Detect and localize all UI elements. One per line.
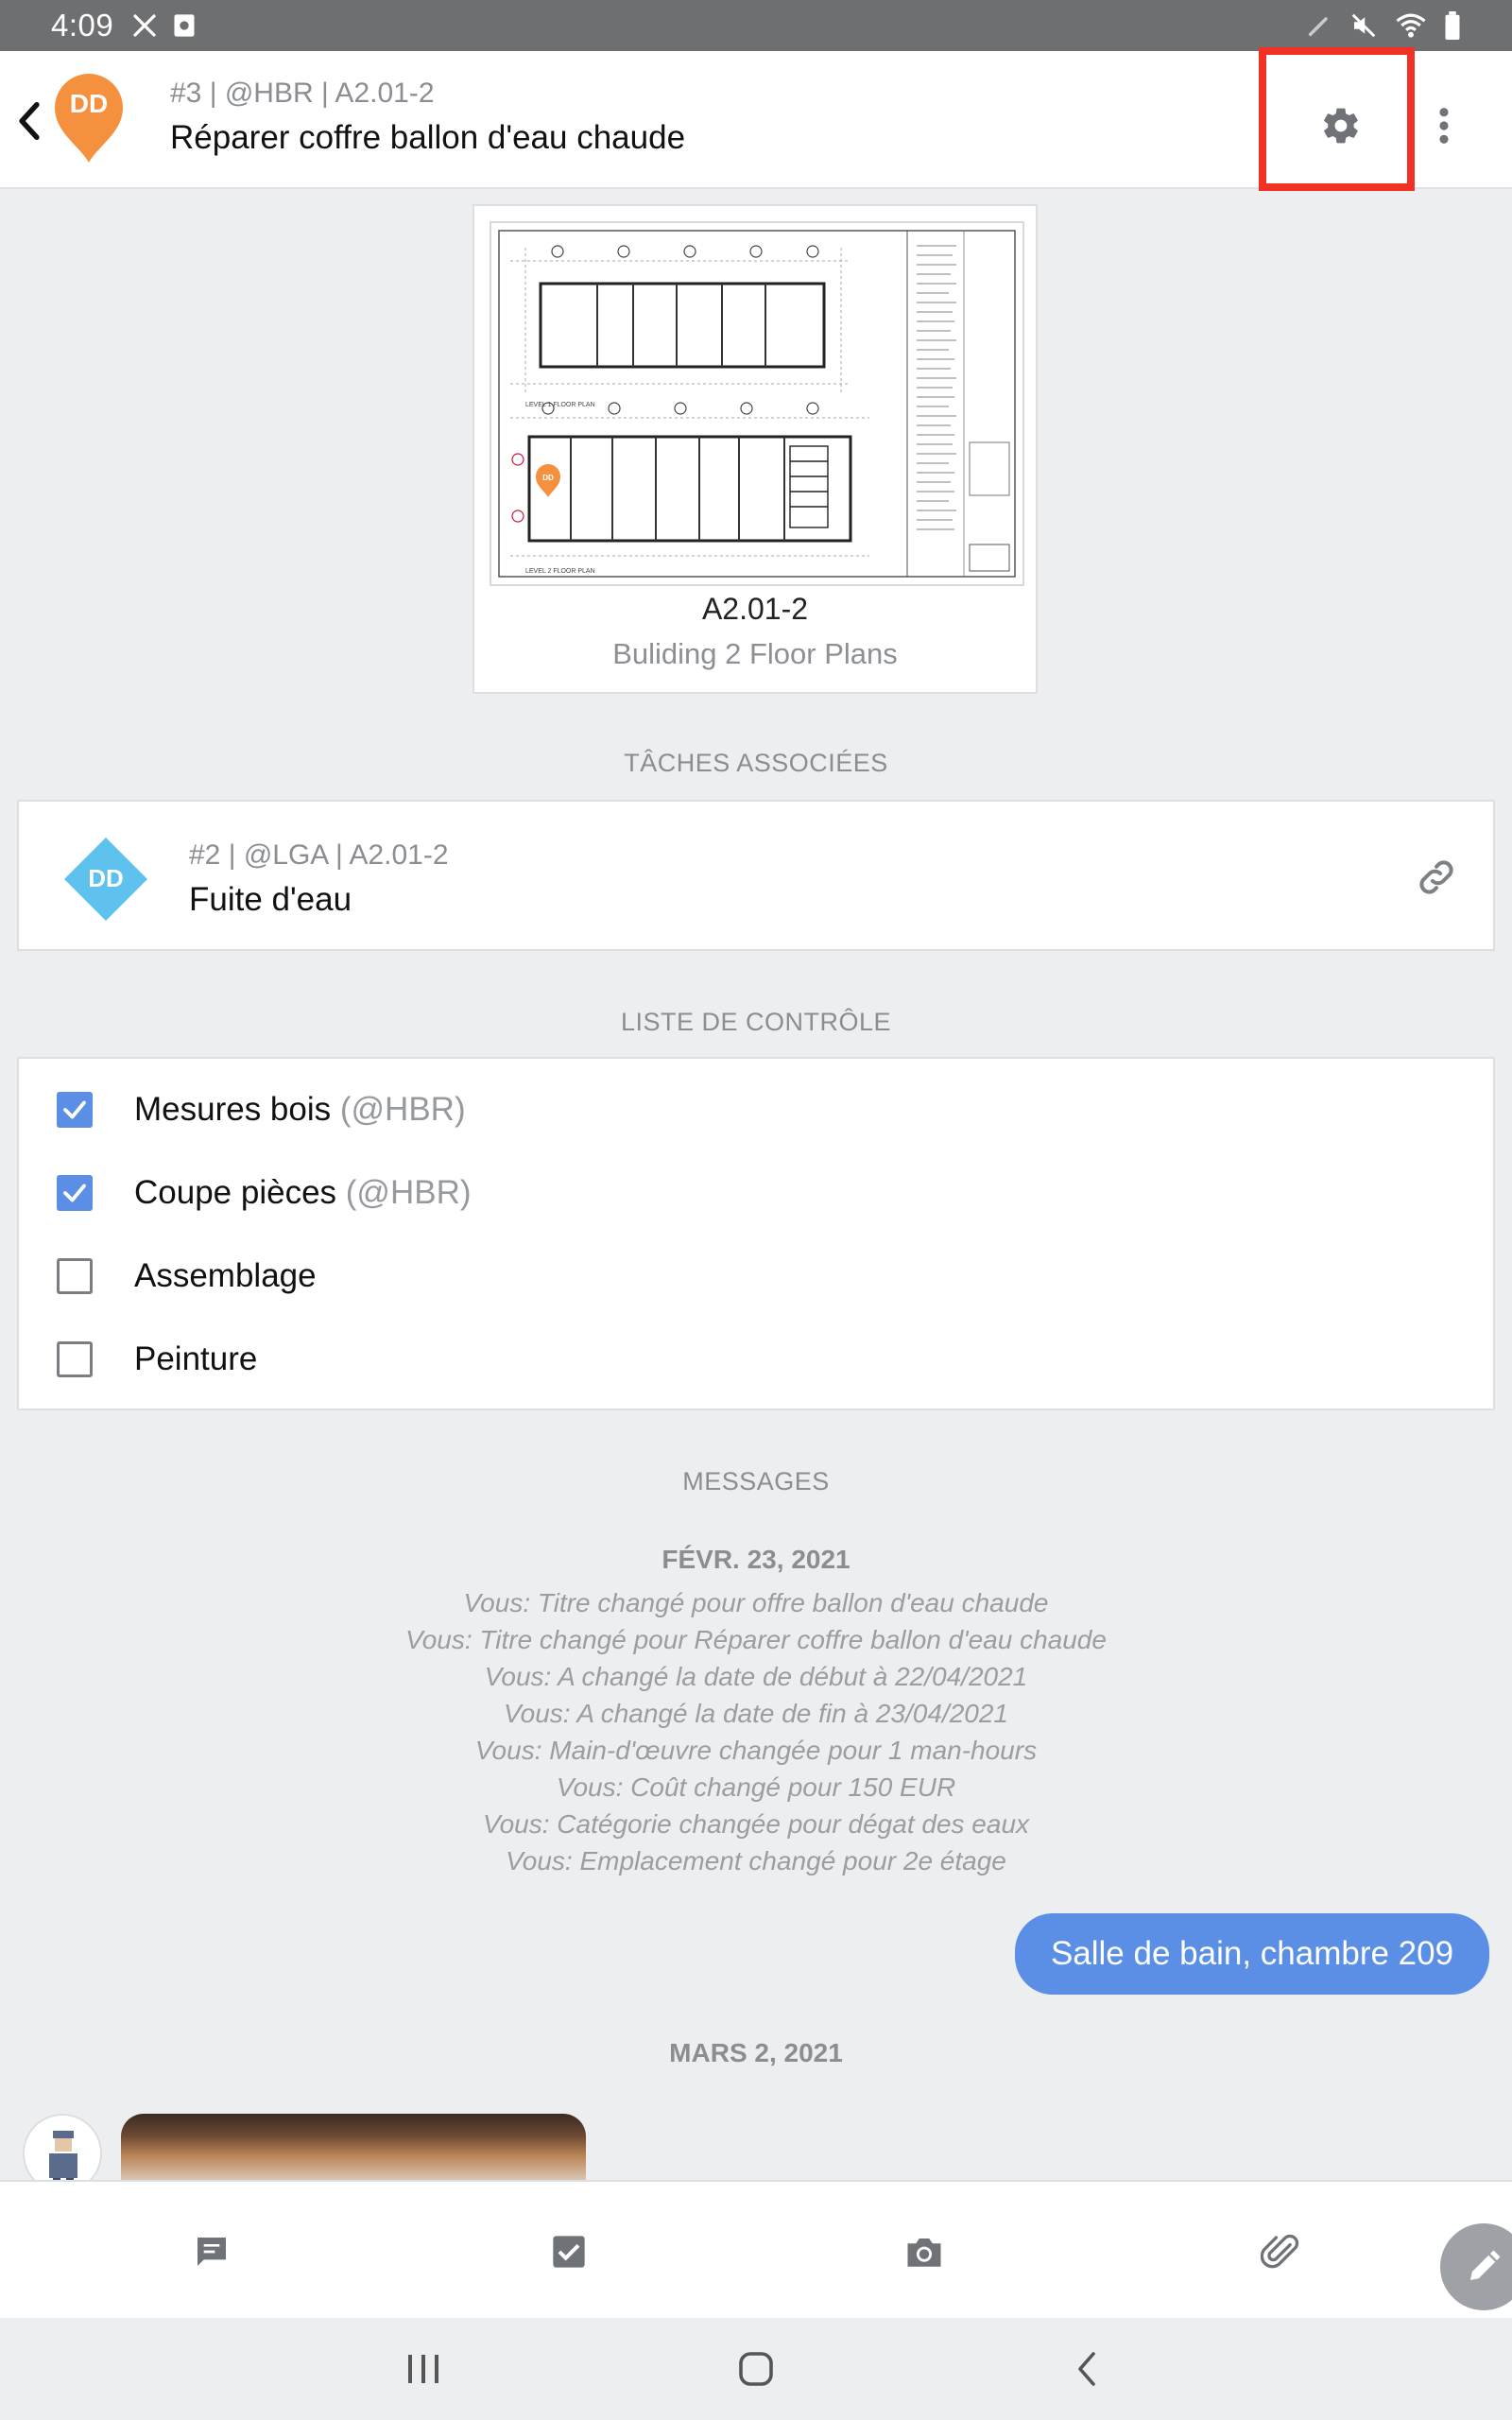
checklist-item-label: Coupe pièces (134, 1174, 337, 1211)
checklist-item-label: Assemblage (134, 1257, 317, 1294)
check-icon (63, 1184, 86, 1202)
home-button[interactable] (718, 2339, 794, 2399)
log-line: Vous: A changé la date de fin à 23/04/20… (504, 1699, 1008, 1728)
attach-button[interactable] (1253, 2223, 1310, 2280)
checkbox-unchecked[interactable] (57, 1341, 93, 1377)
storage-icon (174, 14, 195, 37)
related-task-item[interactable]: DD #2 | @LGA | A2.01-2 Fuite d'eau (17, 800, 1495, 951)
home-icon (739, 2352, 773, 2386)
task-meta: #3 | @HBR | A2.01-2 (170, 78, 435, 109)
tools-icon (133, 14, 156, 37)
checkbox-checked[interactable] (57, 1175, 93, 1211)
recents-button[interactable] (386, 2339, 461, 2399)
floor-plan-drawing: LEVEL 1 FLOOR PLAN LEVEL 2 FLOOR PLAN DD (498, 230, 1016, 578)
related-task-meta: #2 | @LGA | A2.01-2 (189, 839, 449, 871)
recents-icon (408, 2355, 438, 2383)
related-task-initials: DD (88, 864, 124, 892)
checklist-item-owner: (@HBR) (339, 1091, 466, 1128)
checklist-heading: LISTE DE CONTRÔLE (620, 1008, 892, 1036)
wifi-icon (1396, 13, 1426, 38)
checkbox-checked[interactable] (57, 1092, 93, 1128)
plan-pin-initials: DD (542, 474, 554, 482)
svg-text:LEVEL 2 FLOOR PLAN: LEVEL 2 FLOOR PLAN (525, 568, 595, 575)
camera-button[interactable] (896, 2223, 953, 2280)
more-options-button[interactable] (1425, 98, 1463, 153)
message-bubble[interactable]: Salle de bain, chambre 209 (1015, 1913, 1489, 1995)
pen-icon (1308, 17, 1328, 37)
check-icon (63, 1100, 86, 1119)
checklist-item[interactable]: Peinture (19, 1318, 1493, 1401)
unlink-task-button[interactable] (1408, 849, 1465, 906)
related-task-avatar: DD (60, 834, 151, 925)
paperclip-icon (1261, 2234, 1299, 2269)
log-line: Vous: Coût changé pour 150 EUR (556, 1772, 956, 1802)
plan-name: A2.01-2 (701, 592, 809, 626)
checklist-item[interactable]: Mesures bois (@HBR) (19, 1068, 1493, 1151)
more-vert-icon (1439, 108, 1449, 144)
message-icon (198, 2238, 226, 2266)
plan-card[interactable]: LEVEL 1 FLOOR PLAN LEVEL 2 FLOOR PLAN DD… (472, 204, 1038, 694)
task-title: Réparer coffre ballon d'eau chaude (170, 119, 686, 156)
checklist-item-label: Mesures bois (134, 1091, 332, 1128)
log-line: Vous: Titre changé pour Réparer coffre b… (405, 1625, 1107, 1654)
message-button[interactable] (183, 2223, 240, 2280)
message-date: MARS 2, 2021 (669, 2038, 843, 2067)
messages-heading: MESSAGES (682, 1467, 830, 1495)
avatar-initials: DD (69, 89, 109, 118)
system-back-button[interactable] (1049, 2339, 1125, 2399)
battery-icon (1445, 11, 1460, 40)
checkbox-unchecked[interactable] (57, 1258, 93, 1294)
link-icon (1419, 860, 1453, 894)
add-checklist-button[interactable] (541, 2223, 597, 2280)
log-line: Vous: Titre changé pour offre ballon d'e… (463, 1588, 1049, 1617)
pencil-icon (1470, 2250, 1501, 2280)
plan-description: Buliding 2 Floor Plans (612, 637, 898, 670)
log-line: Vous: A changé la date de début à 22/04/… (484, 1662, 1028, 1691)
back-button[interactable] (13, 93, 45, 149)
status-time: 4:09 (51, 8, 114, 43)
camera-icon (907, 2238, 941, 2267)
checklist-item-label: Peinture (134, 1340, 258, 1377)
checklist: Mesures bois (@HBR) Coupe pièces (@HBR) … (17, 1057, 1495, 1410)
bottom-toolbar (0, 2180, 1512, 2318)
back-arrow-icon (1078, 2352, 1095, 2386)
log-line: Vous: Main-d'œuvre changée pour 1 man-ho… (474, 1736, 1038, 1765)
floor-plan-thumbnail[interactable]: LEVEL 1 FLOOR PLAN LEVEL 2 FLOOR PLAN DD (490, 221, 1024, 586)
log-line: Vous: Catégorie changée pour dégat des e… (482, 1809, 1030, 1839)
checklist-item[interactable]: Coupe pièces (@HBR) (19, 1151, 1493, 1235)
checkbox-icon (553, 2236, 585, 2268)
system-nav-bar (0, 2318, 1512, 2420)
log-line: Vous: Emplacement changé pour 2e étage (506, 1846, 1006, 1876)
svg-text:LEVEL 1 FLOOR PLAN: LEVEL 1 FLOOR PLAN (525, 402, 595, 408)
related-tasks-heading: TÂCHES ASSOCIÉES (624, 749, 888, 777)
chevron-left-icon (19, 101, 40, 141)
message-date: FÉVR. 23, 2021 (662, 1545, 850, 1574)
checklist-item[interactable]: Assemblage (19, 1235, 1493, 1318)
checklist-item-owner: (@HBR) (345, 1174, 472, 1211)
status-bar: 4:09 (0, 0, 1512, 51)
assignee-avatar-pin[interactable]: DD (51, 70, 127, 164)
activity-log: Vous: Titre changé pour offre ballon d'e… (0, 1584, 1512, 1879)
related-task-title: Fuite d'eau (189, 881, 352, 918)
mute-icon (1351, 13, 1376, 38)
message-photo[interactable] (121, 2114, 586, 2189)
highlight-annotation (1259, 47, 1415, 191)
